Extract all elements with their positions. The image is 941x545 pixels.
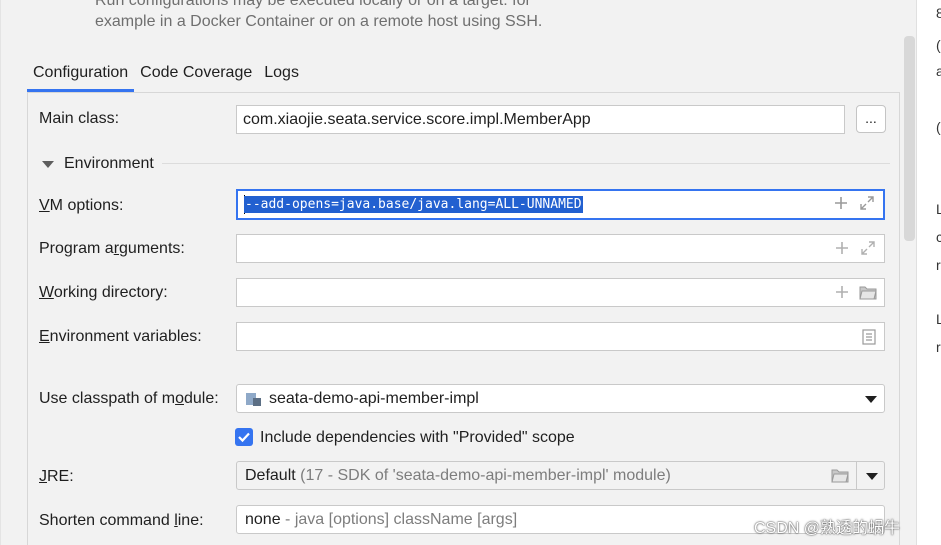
watermark: CSDN @熟透的蜗牛: [754, 520, 901, 537]
edge-char: r: [936, 339, 941, 355]
run-target-note-line1: Run configurations may be executed local…: [95, 0, 531, 9]
classpath-module-value: seata-demo-api-member-impl: [269, 390, 479, 407]
run-target-note: Run configurations may be executed local…: [95, 0, 542, 32]
program-arguments-field[interactable]: [236, 234, 885, 263]
tab-configuration[interactable]: Configuration: [27, 59, 135, 92]
expand-icon[interactable]: [859, 195, 875, 211]
edge-char: c: [936, 229, 941, 245]
classpath-module-label: Use classpath of module:: [39, 390, 219, 407]
main-class-label: Main class:: [39, 110, 120, 127]
expand-icon[interactable]: [860, 240, 876, 256]
collapse-triangle-icon[interactable]: [42, 160, 54, 168]
edge-char: L: [936, 201, 941, 217]
working-directory-label: Working directory:: [39, 284, 168, 301]
config-tabs: Configuration Code Coverage Logs: [27, 59, 305, 92]
environment-section-header[interactable]: Environment: [42, 155, 154, 173]
jre-combobox[interactable]: Default (17 - SDK of 'seata-demo-api-mem…: [236, 461, 885, 490]
add-icon[interactable]: [835, 285, 849, 299]
edge-char: a: [936, 63, 941, 79]
run-config-panel: Run configurations may be executed local…: [0, 0, 916, 545]
tab-code-coverage[interactable]: Code Coverage: [134, 59, 258, 92]
vm-options-field[interactable]: --add-opens=java.base/java.lang=ALL-UNNA…: [236, 189, 885, 220]
include-provided-checkbox[interactable]: [235, 428, 253, 446]
environment-variables-label: Environment variables:: [39, 328, 202, 345]
program-arguments-label: Program arguments:: [39, 240, 185, 257]
vm-options-label: VM options:: [39, 197, 124, 214]
working-directory-field[interactable]: [236, 278, 885, 307]
folder-icon[interactable]: [859, 285, 877, 300]
combobox-divider: [856, 462, 857, 489]
vertical-scrollbar[interactable]: [904, 36, 915, 241]
edge-char: 8: [936, 5, 941, 21]
document-icon[interactable]: [862, 329, 876, 345]
add-icon[interactable]: [835, 241, 849, 255]
edge-char: (: [936, 37, 941, 53]
vm-options-value: --add-opens=java.base/java.lang=ALL-UNNA…: [244, 196, 583, 213]
main-class-value: com.xiaojie.seata.service.score.impl.Mem…: [243, 111, 591, 128]
edge-char: r: [936, 257, 941, 273]
module-icon: [245, 391, 262, 407]
configuration-content: Main class: com.xiaojie.seata.service.sc…: [27, 92, 900, 545]
add-icon[interactable]: [834, 196, 848, 210]
jre-label: JRE:: [39, 468, 74, 485]
edge-char: L: [936, 311, 941, 327]
classpath-module-dropdown[interactable]: seata-demo-api-member-impl: [236, 384, 885, 413]
environment-variables-field[interactable]: [236, 322, 885, 351]
section-divider: [162, 163, 890, 164]
shorten-command-line-value: none - java [options] className [args]: [245, 511, 518, 528]
right-edge-panel: 8 ( a ( L c r L r: [916, 0, 941, 545]
tab-logs[interactable]: Logs: [258, 59, 305, 92]
run-target-note-line2: example in a Docker Container or on a re…: [95, 13, 543, 30]
jre-value: Default (17 - SDK of 'seata-demo-api-mem…: [245, 467, 671, 484]
include-provided-label: Include dependencies with "Provided" sco…: [260, 429, 575, 446]
chevron-down-icon[interactable]: [866, 473, 878, 480]
folder-icon[interactable]: [831, 468, 849, 483]
chevron-down-icon[interactable]: [865, 396, 877, 403]
main-class-field[interactable]: com.xiaojie.seata.service.score.impl.Mem…: [236, 105, 845, 134]
shorten-command-line-label: Shorten command line:: [39, 512, 204, 529]
browse-main-class-button[interactable]: ...: [856, 105, 886, 133]
edge-char: (: [936, 119, 941, 135]
environment-section-label: Environment: [64, 155, 154, 172]
checkmark-icon: [238, 432, 250, 443]
